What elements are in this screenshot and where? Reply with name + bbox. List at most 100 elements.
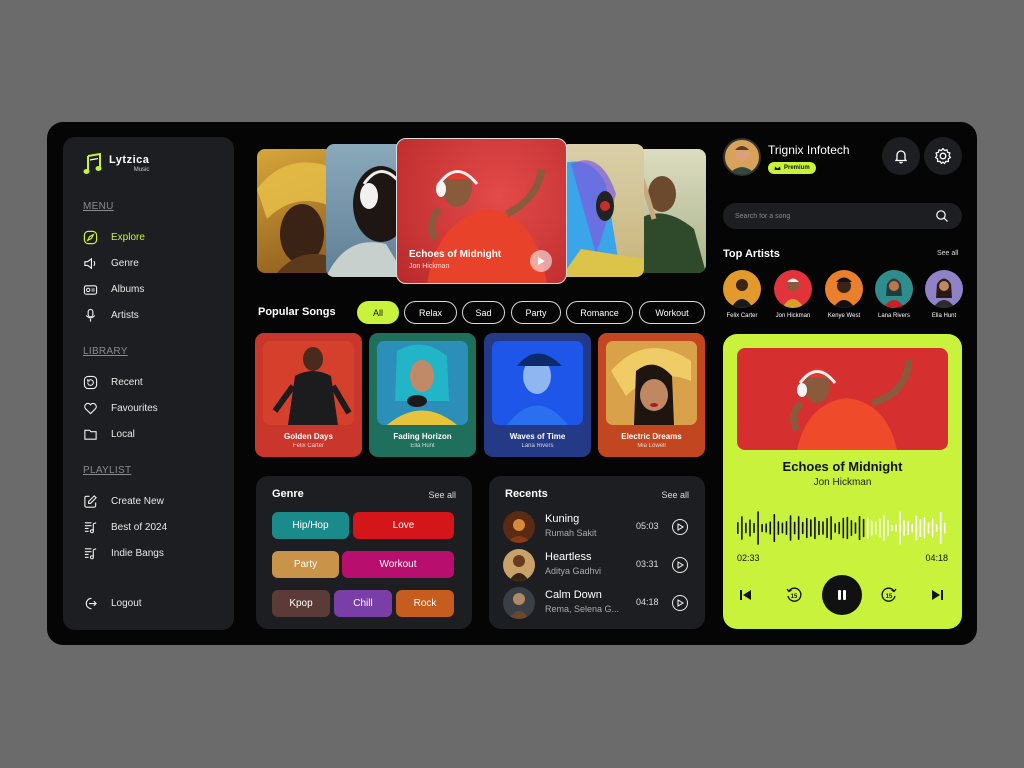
- notifications-button[interactable]: [882, 137, 920, 175]
- current-time: 02:33: [737, 553, 760, 563]
- recents-title: Recents: [505, 488, 548, 500]
- filter-chip-romance[interactable]: Romance: [566, 301, 633, 324]
- top-artists-title: Top Artists: [723, 248, 780, 260]
- popular-songs-title: Popular Songs: [258, 306, 336, 318]
- waveform-bar: [943, 522, 946, 534]
- sidebar-item-albums[interactable]: Albums: [83, 282, 144, 297]
- genre-chip-rock[interactable]: Rock: [396, 590, 454, 617]
- avatar[interactable]: [723, 138, 761, 176]
- song-card-electric-dreams[interactable]: Electric Dreams Mia Lowell: [598, 333, 705, 457]
- waveform-bar: [761, 523, 763, 533]
- carousel-card[interactable]: [326, 144, 406, 277]
- artist-avatar: [825, 270, 863, 308]
- waveform-bar: [874, 521, 877, 535]
- song-artist: Felix Carter: [292, 443, 324, 449]
- sidebar-item-artists[interactable]: Artists: [83, 308, 139, 323]
- waveform-bar: [939, 511, 942, 545]
- carousel-hero-card[interactable]: Echoes of Midnight Jon Hickman: [396, 138, 567, 284]
- sidebar-item-recent[interactable]: Recent: [83, 375, 143, 390]
- sidebar-item-label: Explore: [111, 232, 145, 243]
- sidebar-item-explore[interactable]: Explore: [83, 230, 145, 245]
- waveform-bar: [745, 522, 747, 534]
- recent-play-button[interactable]: [672, 519, 688, 535]
- carousel-card[interactable]: [257, 149, 337, 273]
- play-icon: [538, 257, 545, 265]
- sidebar-item-label: Artists: [111, 310, 139, 321]
- artist-ella-hunt[interactable]: Ella Hunt: [922, 270, 966, 319]
- recent-row[interactable]: Calm Down Rema, Selena G... 04:18: [503, 587, 693, 619]
- sidebar-item-label: Local: [111, 429, 135, 440]
- logout-button[interactable]: Logout: [83, 596, 142, 611]
- sidebar-item-create-new[interactable]: Create New: [83, 494, 164, 509]
- sidebar-item-label: Indie Bangs: [111, 548, 164, 559]
- waveform-bar: [854, 522, 857, 534]
- song-card-waves-of-time[interactable]: Waves of Time Lana Rivers: [484, 333, 591, 457]
- top-artists-see-all-link[interactable]: See all: [937, 250, 958, 257]
- waveform-bar: [814, 516, 816, 540]
- waveform-bar: [834, 523, 836, 533]
- artist-felix-carter[interactable]: Felix Carter: [720, 270, 764, 319]
- recent-play-button[interactable]: [672, 595, 688, 611]
- genre-chip-workout[interactable]: Workout: [342, 551, 454, 578]
- waveform-bar: [870, 520, 873, 536]
- settings-button[interactable]: [924, 137, 962, 175]
- genre-chip-hiphop[interactable]: Hip/Hop: [272, 512, 349, 539]
- skip-forward-icon: [932, 590, 943, 600]
- filter-chip-relax[interactable]: Relax: [404, 301, 457, 324]
- genre-see-all-link[interactable]: See all: [428, 490, 456, 500]
- song-card-fading-horizon[interactable]: Fading Horizon Ella Hunt: [369, 333, 476, 457]
- forward-15-button[interactable]: 15: [879, 585, 899, 605]
- logout-label: Logout: [111, 598, 142, 609]
- waveform-bar: [830, 516, 832, 540]
- artist-avatar: [875, 270, 913, 308]
- genre-panel: Genre See all Hip/Hop Love Party Workout…: [256, 476, 472, 629]
- search-icon[interactable]: [935, 209, 949, 223]
- hero-play-button[interactable]: [530, 250, 552, 272]
- waveform-bar: [737, 522, 739, 534]
- filter-chip-all[interactable]: All: [357, 301, 399, 324]
- artist-kenye-west[interactable]: Kenye West: [822, 270, 866, 319]
- genre-chip-chill[interactable]: Chill: [334, 590, 392, 617]
- microphone-icon: [85, 308, 96, 322]
- rewind-15-button[interactable]: 15: [784, 585, 804, 605]
- sidebar-item-favourites[interactable]: Favourites: [83, 401, 158, 416]
- premium-badge: Premium: [768, 162, 816, 174]
- song-card-golden-days[interactable]: Golden Days Felix Carter: [255, 333, 362, 457]
- waveform-bar: [846, 516, 849, 540]
- sidebar-item-local[interactable]: Local: [83, 427, 135, 442]
- genre-chip-love[interactable]: Love: [353, 512, 454, 539]
- recent-row[interactable]: Kuning Rumah Sakit 05:03: [503, 511, 693, 543]
- genre-chip-kpop[interactable]: Kpop: [272, 590, 330, 617]
- waveform-bar: [749, 519, 751, 537]
- recent-row[interactable]: Heartless Aditya Gadhvi 03:31: [503, 549, 693, 581]
- sidebar-item-indie-bangs[interactable]: Indie Bangs: [83, 546, 164, 561]
- previous-button[interactable]: [737, 586, 755, 604]
- app-name: Lytzica: [109, 154, 150, 166]
- filter-chip-party[interactable]: Party: [511, 301, 561, 324]
- play-icon: [677, 523, 684, 531]
- genre-title: Genre: [272, 488, 304, 500]
- rewind-15-icon: 15: [786, 587, 802, 602]
- filter-chip-sad[interactable]: Sad: [462, 301, 505, 324]
- pause-button[interactable]: [822, 575, 862, 615]
- next-button[interactable]: [928, 586, 946, 604]
- sidebar-item-best-of-2024[interactable]: Best of 2024: [83, 520, 167, 535]
- carousel-card[interactable]: [634, 149, 706, 273]
- app-logo[interactable]: Lytzica Music: [83, 152, 149, 176]
- recent-play-button[interactable]: [672, 557, 688, 573]
- artist-lana-rivers[interactable]: Lana Rivers: [872, 270, 916, 319]
- waveform-bar: [769, 521, 772, 535]
- artist-name: Ella Hunt: [931, 313, 957, 319]
- carousel-card[interactable]: [561, 144, 644, 277]
- filter-chip-workout[interactable]: Workout: [639, 301, 705, 324]
- artist-jon-hickman[interactable]: Jon Hickman: [771, 270, 815, 319]
- recents-see-all-link[interactable]: See all: [661, 490, 689, 500]
- waveform-progress[interactable]: [737, 508, 948, 548]
- genre-chip-party[interactable]: Party: [272, 551, 339, 578]
- waveform-bar: [810, 519, 812, 537]
- recent-duration: 04:18: [636, 597, 659, 607]
- sidebar-item-label: Best of 2024: [111, 522, 168, 533]
- waveform-bar: [862, 518, 865, 538]
- sidebar-item-genre[interactable]: Genre: [83, 256, 139, 271]
- search-input[interactable]: [723, 203, 962, 229]
